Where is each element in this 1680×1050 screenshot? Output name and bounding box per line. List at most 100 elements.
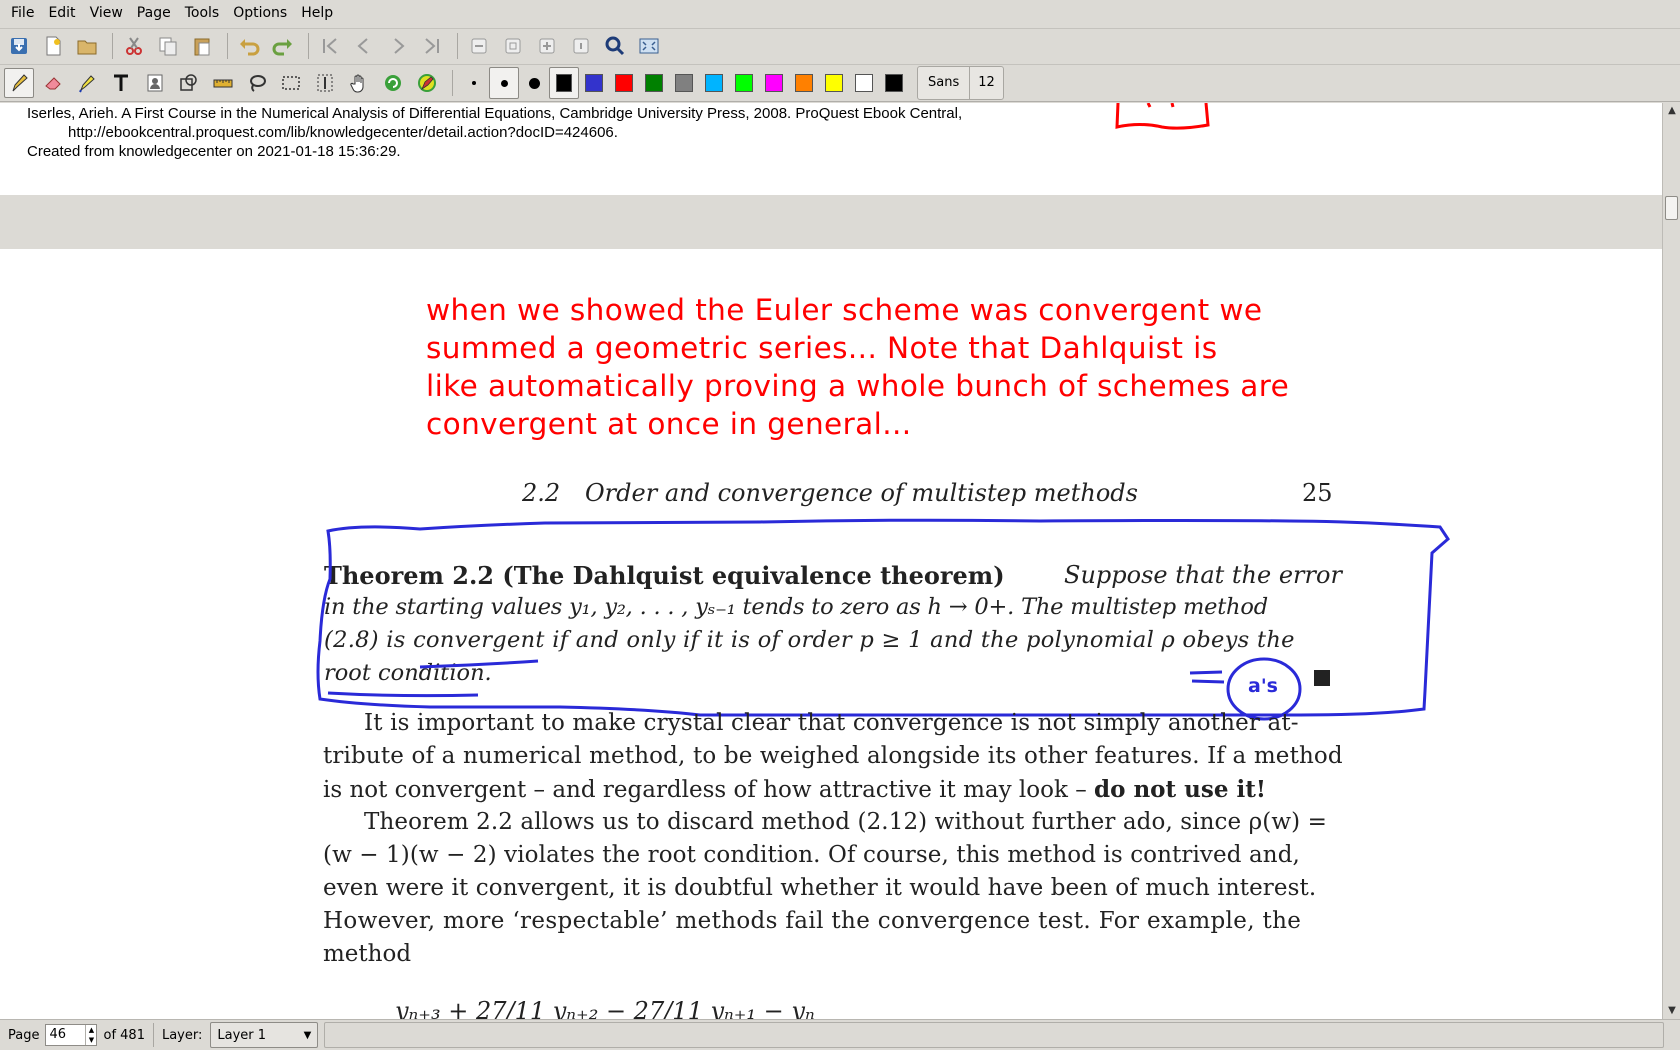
theorem-text: (2.8) is convergent if and only if it is… — [324, 627, 1295, 653]
color-gray[interactable] — [669, 67, 699, 99]
page-number-input[interactable]: 46 ▲ ▼ — [45, 1024, 98, 1046]
vertical-scrollbar[interactable]: ▲ ▼ — [1662, 103, 1680, 1019]
header-page-number: 25 — [1302, 479, 1333, 507]
first-page-icon[interactable] — [315, 31, 345, 61]
eraser-icon[interactable] — [38, 68, 68, 98]
next-page-icon[interactable] — [383, 31, 413, 61]
color-black[interactable] — [549, 67, 579, 99]
theorem-label: Theorem 2.2 (The Dahlquist equivalence t… — [324, 561, 1005, 590]
scroll-up-icon[interactable]: ▲ — [1666, 105, 1678, 117]
color-custom[interactable] — [879, 67, 909, 99]
body-text-line: However, more ‘respectable’ methods fail… — [323, 908, 1302, 934]
zoom-icon[interactable] — [600, 31, 630, 61]
shape-recognizer-icon[interactable] — [174, 68, 204, 98]
vertical-space-icon[interactable] — [310, 68, 340, 98]
new-page-after-icon[interactable] — [532, 31, 562, 61]
lasso-icon[interactable] — [242, 68, 272, 98]
image-icon[interactable] — [140, 68, 170, 98]
new-page-end-icon[interactable] — [566, 31, 596, 61]
header-section-number: 2.2 — [522, 479, 561, 507]
color-swatch — [855, 74, 873, 92]
new-icon[interactable] — [38, 31, 68, 61]
highlighter-icon[interactable] — [72, 68, 102, 98]
color-white[interactable] — [849, 67, 879, 99]
color-swatch — [765, 74, 783, 92]
menu-file[interactable]: File — [4, 0, 41, 26]
fullscreen-icon[interactable] — [634, 31, 664, 61]
font-button[interactable]: Sans 12 — [917, 66, 1004, 100]
copy-icon[interactable] — [153, 31, 183, 61]
separator — [112, 32, 113, 59]
body-text-span: is not convergent – and regardless of ho… — [323, 777, 1095, 803]
color-light-blue[interactable] — [699, 67, 729, 99]
document-canvas[interactable]: Iserles, Arieh. A First Course in the Nu… — [0, 103, 1662, 1019]
paste-icon[interactable] — [187, 31, 217, 61]
menu-options[interactable]: Options — [226, 0, 294, 26]
color-yellow[interactable] — [819, 67, 849, 99]
thickness-thick[interactable] — [519, 67, 549, 99]
menu-view[interactable]: View — [83, 0, 130, 26]
source-citation-line-3: Created from knowledgecenter on 2021-01-… — [27, 143, 401, 160]
header-title: Order and convergence of multistep metho… — [585, 479, 1138, 507]
color-magenta[interactable] — [759, 67, 789, 99]
body-text-line: method — [323, 941, 412, 967]
color-blue[interactable] — [579, 67, 609, 99]
pen-icon[interactable] — [4, 68, 34, 98]
scrollbar-thumb[interactable] — [1665, 196, 1678, 220]
body-text-line: tribute of a numerical method, to be wei… — [323, 743, 1343, 769]
color-swatch — [645, 74, 663, 92]
save-icon[interactable] — [4, 31, 34, 61]
separator — [227, 32, 228, 59]
redo-icon[interactable] — [268, 31, 298, 61]
body-text-line: (w − 1)(w − 2) violates the root conditi… — [323, 842, 1300, 868]
color-swatch — [675, 74, 693, 92]
hand-icon[interactable] — [344, 68, 374, 98]
body-text-line: It is important to make crystal clear th… — [364, 710, 1299, 736]
color-swatch — [615, 74, 633, 92]
red-ink-stroke-fragment — [1115, 103, 1210, 130]
menu-help[interactable]: Help — [294, 0, 340, 26]
menu-bar: File Edit View Page Tools Options Help — [0, 0, 1680, 26]
scroll-down-icon[interactable]: ▼ — [1666, 1005, 1678, 1017]
source-citation-line-1: Iserles, Arieh. A First Course in the Nu… — [27, 105, 963, 122]
last-page-icon[interactable] — [417, 31, 447, 61]
thickness-medium[interactable] — [489, 67, 519, 99]
layer-label: Layer: — [161, 1027, 203, 1043]
text-icon[interactable] — [106, 68, 136, 98]
color-swatch — [825, 74, 843, 92]
page-spinner[interactable]: ▲ ▼ — [85, 1025, 96, 1045]
color-orange[interactable] — [789, 67, 819, 99]
color-light-green[interactable] — [729, 67, 759, 99]
menu-page[interactable]: Page — [130, 0, 178, 26]
annotation-line: summed a geometric series... Note that D… — [426, 331, 1218, 365]
thickness-thin[interactable] — [459, 67, 489, 99]
body-text-bold: do not use it! — [1094, 776, 1266, 803]
prev-page-icon[interactable] — [349, 31, 379, 61]
color-red[interactable] — [609, 67, 639, 99]
color-swatch — [585, 74, 603, 92]
theorem-text: Suppose that the error — [1064, 561, 1342, 589]
annotation-line: convergent at once in general... — [426, 407, 912, 441]
color-swatch — [556, 74, 572, 92]
undo-icon[interactable] — [234, 31, 264, 61]
open-icon[interactable] — [72, 31, 102, 61]
color-green[interactable] — [639, 67, 669, 99]
cut-icon[interactable] — [119, 31, 149, 61]
menu-edit[interactable]: Edit — [41, 0, 82, 26]
tools-toolbar: Sans 12 — [0, 64, 1680, 102]
separator — [308, 32, 309, 59]
layer-dropdown[interactable]: Layer 1 ▼ — [210, 1022, 319, 1048]
delete-page-icon[interactable] — [464, 31, 494, 61]
refresh-icon[interactable] — [378, 68, 408, 98]
annotation-line: like automatically proving a whole bunch… — [426, 369, 1290, 403]
menu-tools[interactable]: Tools — [178, 0, 227, 26]
page-46: when we showed the Euler scheme was conv… — [0, 249, 1662, 1019]
new-page-before-icon[interactable] — [498, 31, 528, 61]
status-message-area — [324, 1022, 1665, 1048]
source-citation-line-2: http://ebookcentral.proquest.com/lib/kno… — [68, 124, 618, 141]
ruler-icon[interactable] — [208, 68, 238, 98]
color-swatch — [885, 74, 903, 92]
select-rect-icon[interactable] — [276, 68, 306, 98]
page-count: of 481 — [103, 1027, 145, 1043]
default-pen-icon[interactable] — [412, 68, 442, 98]
